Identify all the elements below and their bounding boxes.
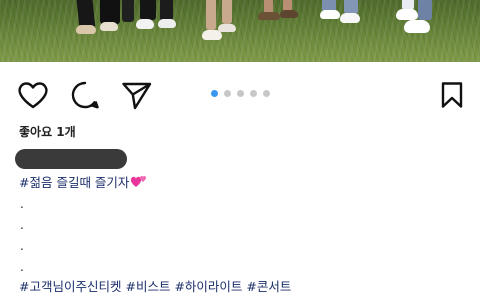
shoe (158, 19, 176, 28)
hashtag-link[interactable]: #고객님이주신티켓 (19, 279, 121, 294)
shoe (396, 9, 418, 20)
likes-count[interactable]: 좋아요 1개 (19, 123, 76, 140)
caption-line: #젊음 즐길때 즐기자 (19, 172, 148, 191)
shoe (404, 20, 430, 33)
caption-dot-line: . (20, 239, 24, 253)
bookmark-icon[interactable] (440, 81, 464, 109)
person-leg (100, 0, 120, 24)
username-redacted[interactable] (15, 149, 127, 169)
person-leg (160, 0, 173, 21)
carousel-dot (224, 90, 231, 97)
person-leg (76, 0, 96, 28)
hashtag-link[interactable]: #하이라이트 (174, 279, 242, 294)
person-leg (122, 0, 134, 22)
carousel-dot (250, 90, 257, 97)
hashtag-link[interactable]: #콘서트 (246, 279, 291, 294)
carousel-indicator (211, 90, 270, 97)
shoe (258, 12, 280, 20)
caption-dot-line: . (20, 218, 24, 232)
caption-dot-line: . (20, 260, 24, 274)
shoe (136, 19, 154, 29)
carousel-dot (263, 90, 270, 97)
person-leg (344, 0, 358, 14)
two-hearts-emoji (131, 175, 147, 187)
caption-dot-line: . (20, 197, 24, 211)
heart-outline-icon[interactable] (17, 80, 49, 110)
person-leg (222, 0, 232, 24)
hashtag-link[interactable]: #비스트 (125, 279, 170, 294)
shoe (340, 13, 360, 23)
person-leg (206, 0, 216, 30)
carousel-dot (237, 90, 244, 97)
person-leg (140, 0, 156, 20)
shoe (320, 10, 340, 19)
hashtag-line: #고객님이주신티켓 #비스트 #하이라이트 #콘서트 (19, 276, 291, 295)
shoe (76, 25, 96, 34)
shoe (218, 24, 236, 32)
carousel-dot-active (211, 90, 218, 97)
comment-bubble-icon[interactable] (70, 80, 100, 110)
person-leg (418, 0, 432, 20)
shoe (100, 22, 118, 31)
shoe (280, 10, 298, 18)
post-photo[interactable] (0, 0, 480, 62)
caption-text[interactable]: #젊음 즐길때 즐기자 (19, 175, 129, 190)
paper-plane-icon[interactable] (121, 80, 153, 110)
